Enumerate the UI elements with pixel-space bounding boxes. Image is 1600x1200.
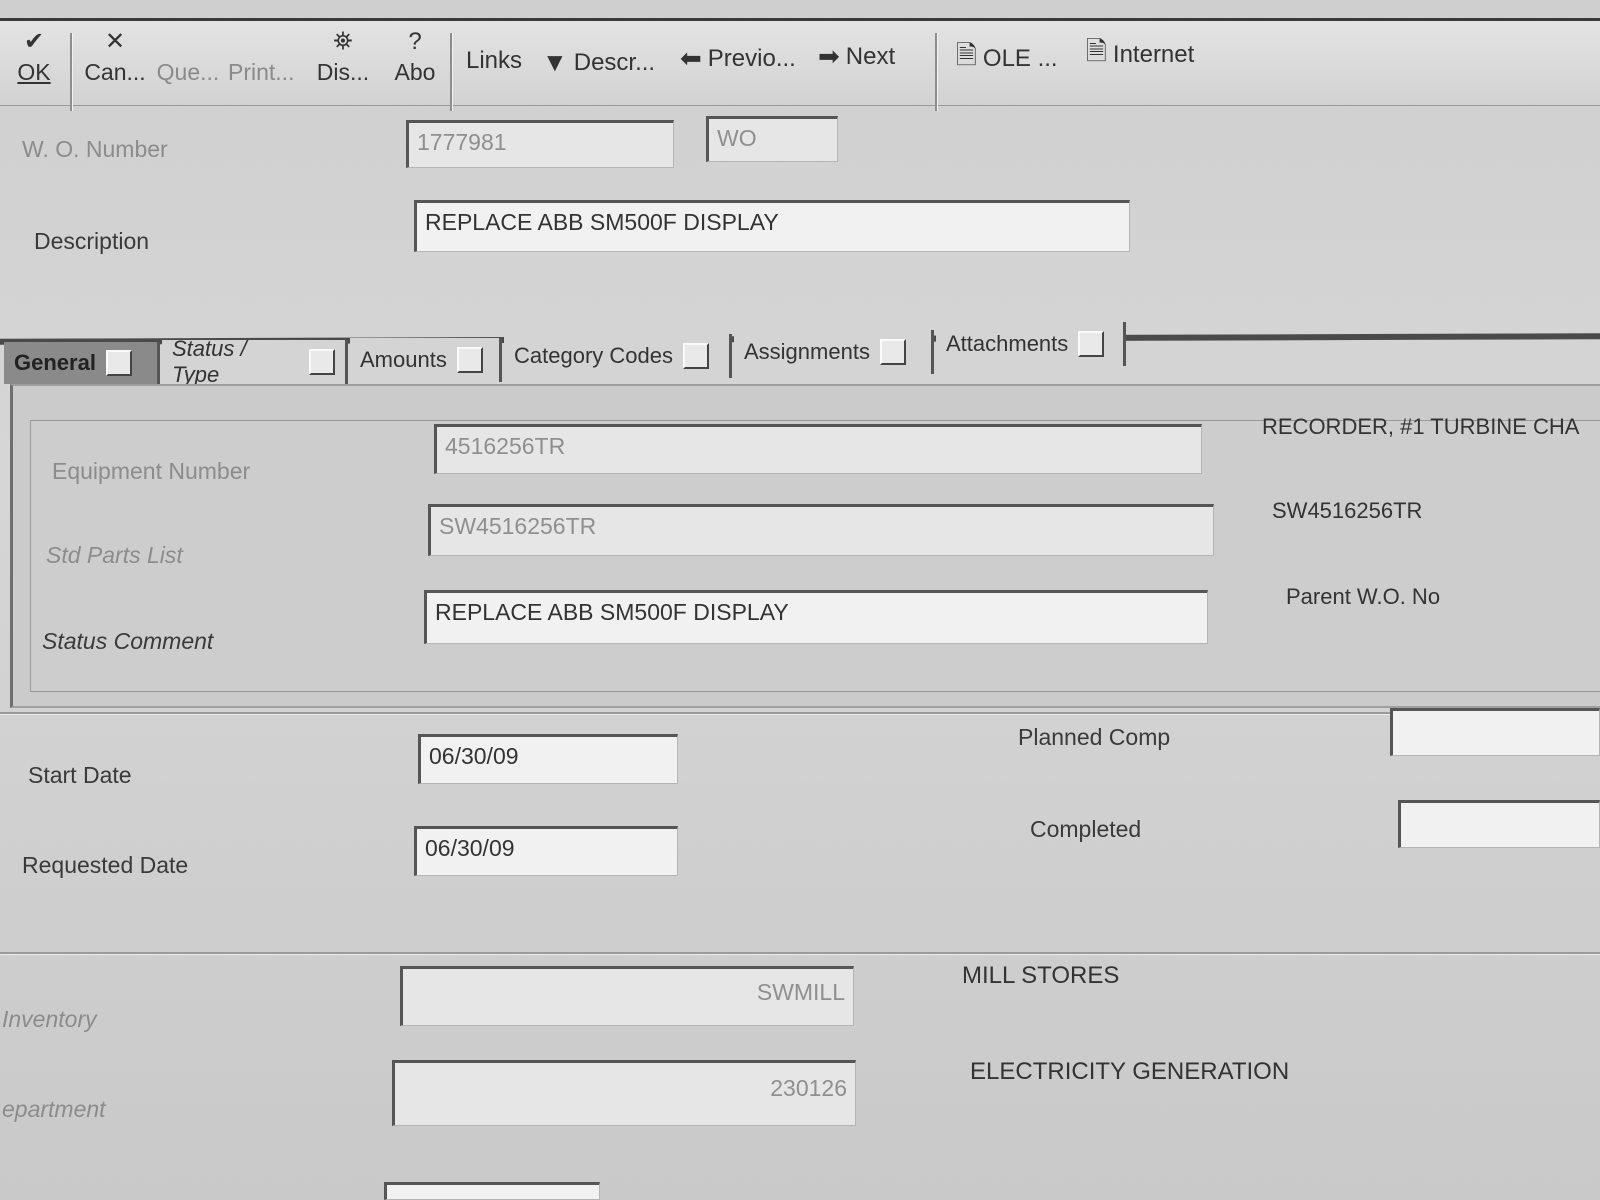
wo-number-field[interactable]: 1777981 — [406, 120, 674, 168]
toolbar: ✔ OK ✕ Can... Que... Print... ⛯ Dis... ?… — [0, 18, 1600, 111]
query-label: Que... — [156, 59, 220, 85]
tab-category-codes[interactable]: Category Codes — [504, 334, 732, 378]
tab-attachments-label: Attachments — [946, 331, 1069, 356]
section-divider — [0, 712, 1600, 715]
tab-amounts[interactable]: Amounts — [350, 338, 502, 382]
cancel-label: Can... — [84, 59, 146, 85]
parent-wo-label: Parent W.O. No — [1286, 584, 1441, 609]
start-date-field[interactable]: 06/30/09 — [418, 734, 678, 784]
tab-status-type-label: Status / Type — [172, 336, 247, 387]
ok-button[interactable]: ✔ OK — [12, 25, 56, 86]
tab-box-icon — [879, 339, 906, 365]
arrow-left-icon: ⬅ — [680, 43, 702, 73]
inventory-label: Inventory — [2, 1006, 97, 1032]
about-button[interactable]: ? Abo — [390, 25, 440, 86]
partial-field[interactable] — [384, 1182, 600, 1200]
department-label: epartment — [2, 1096, 106, 1122]
tab-box-icon — [309, 349, 335, 375]
toolbar-separator — [70, 33, 73, 111]
tab-category-codes-label: Category Codes — [514, 343, 673, 368]
tab-general[interactable]: General — [4, 342, 160, 384]
status-comment-field[interactable]: REPLACE ABB SM500F DISPLAY — [424, 590, 1208, 644]
print-button[interactable]: Print... — [228, 59, 294, 86]
inventory-field[interactable]: SWMILL — [400, 966, 854, 1026]
planned-comp-field[interactable] — [1390, 708, 1600, 756]
ole-button[interactable]: 🗎 OLE ... — [956, 37, 1058, 81]
inventory-description: MILL STORES — [962, 962, 1120, 989]
wo-number-label: W. O. Number — [22, 136, 168, 162]
internet-label: Internet — [1112, 41, 1195, 68]
ole-label: OLE ... — [982, 45, 1058, 72]
display-label: Dis... — [316, 59, 370, 85]
department-field[interactable]: 230126 — [392, 1060, 856, 1126]
display-button[interactable]: ⛯ Dis... — [308, 25, 378, 86]
close-icon: ✕ — [104, 28, 126, 55]
tab-assignments[interactable]: Assignments — [734, 330, 934, 374]
toolbar-separator — [935, 33, 938, 111]
ok-label: OK — [17, 59, 51, 85]
completed-field[interactable] — [1398, 800, 1600, 848]
query-button[interactable]: Que... — [156, 59, 220, 86]
tab-box-icon — [105, 350, 132, 376]
tab-general-label: General — [14, 350, 96, 375]
next-label: Next — [845, 42, 896, 70]
tab-box-icon — [682, 343, 709, 369]
internet-button[interactable]: 🗎 Internet — [1086, 33, 1194, 77]
tab-status-type[interactable]: Status / Type — [162, 336, 348, 387]
planned-comp-label: Planned Comp — [1018, 724, 1171, 750]
work-order-form: ✔ OK ✕ Can... Que... Print... ⛯ Dis... ?… — [0, 0, 1600, 1200]
completed-label: Completed — [1030, 816, 1142, 842]
description-field[interactable]: REPLACE ABB SM500F DISPLAY — [414, 200, 1130, 252]
section-divider — [0, 952, 1600, 955]
document-icon: 🗎 — [956, 40, 977, 70]
links-label: Links — [466, 47, 523, 74]
arrow-right-icon: ➡ — [818, 41, 840, 71]
requested-date-field[interactable]: 06/30/09 — [414, 826, 678, 876]
equipment-number-label: Equipment Number — [52, 458, 251, 484]
checkmark-icon: ✔ — [23, 28, 45, 55]
tab-box-icon — [1078, 331, 1105, 357]
std-parts-description: SW4516256TR — [1272, 498, 1423, 523]
department-description: ELECTRICITY GENERATION — [970, 1058, 1290, 1085]
help-pointer-icon: ? — [408, 28, 422, 55]
previous-button[interactable]: ⬅ Previo... — [680, 43, 796, 74]
descr-button[interactable]: ▼ Descr... — [542, 47, 655, 78]
links-button[interactable]: Links — [466, 47, 522, 75]
tab-assignments-label: Assignments — [744, 339, 870, 364]
descr-label: Descr... — [573, 48, 656, 76]
tab-attachments[interactable]: Attachments — [936, 322, 1126, 366]
binoculars-icon: ⛯ — [333, 28, 353, 55]
wo-type-field[interactable]: WO — [706, 116, 838, 162]
next-button[interactable]: ➡ Next — [818, 41, 895, 72]
cancel-button[interactable]: ✕ Can... — [80, 25, 150, 86]
globe-document-icon: 🗎 — [1086, 36, 1107, 66]
description-label: Description — [34, 228, 150, 254]
std-parts-list-label: Std Parts List — [46, 542, 183, 568]
std-parts-list-field[interactable]: SW4516256TR — [428, 504, 1214, 556]
status-comment-label: Status Comment — [42, 628, 214, 654]
requested-date-label: Requested Date — [22, 852, 189, 878]
print-label: Print... — [228, 59, 295, 85]
equipment-number-field[interactable]: 4516256TR — [434, 424, 1202, 474]
equipment-description: RECORDER, #1 TURBINE CHA — [1262, 414, 1580, 439]
dropdown-arrow-icon: ▼ — [542, 47, 568, 77]
previous-label: Previo... — [707, 44, 796, 72]
toolbar-separator — [450, 33, 453, 111]
about-label: Abo — [394, 59, 436, 85]
tab-box-icon — [456, 347, 483, 373]
tab-amounts-label: Amounts — [360, 347, 447, 372]
start-date-label: Start Date — [28, 762, 132, 788]
